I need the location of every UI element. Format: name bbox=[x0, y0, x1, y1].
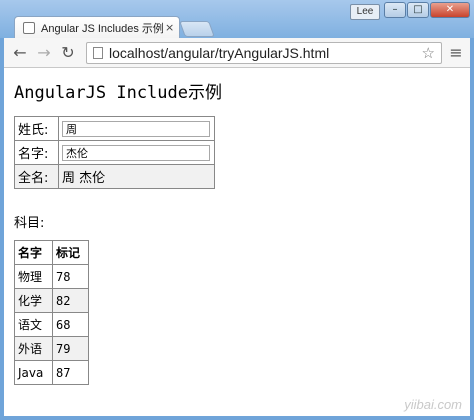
browser-window: Angular JS Includes 示例 × Lee – □ ✕ ← → ↻… bbox=[0, 0, 474, 420]
address-bar[interactable]: localhost/angular/tryAngularJS.html ☆ bbox=[86, 42, 442, 64]
subject-marks: 68 bbox=[52, 312, 89, 337]
full-name-row: 全名: 周 杰伦 bbox=[14, 164, 215, 189]
subject-name: 外语 bbox=[14, 336, 53, 361]
first-name-input[interactable] bbox=[62, 120, 210, 137]
table-row: 化学 82 bbox=[14, 288, 89, 313]
subject-marks: 82 bbox=[52, 288, 89, 313]
forward-arrow-icon[interactable]: → bbox=[34, 43, 54, 63]
minimize-button[interactable]: – bbox=[384, 2, 406, 18]
browser-tab[interactable]: Angular JS Includes 示例 × bbox=[14, 16, 180, 38]
subject-name: 化学 bbox=[14, 288, 53, 313]
url-text[interactable]: localhost/angular/tryAngularJS.html bbox=[109, 45, 409, 61]
table-header-row: 名字 标记 bbox=[14, 240, 89, 265]
page-icon bbox=[23, 21, 35, 34]
document-icon bbox=[93, 47, 103, 59]
page-title: AngularJS Include示例 bbox=[14, 83, 222, 103]
tab-title: Angular JS Includes 示例 bbox=[41, 22, 163, 35]
user-badge[interactable]: Lee bbox=[350, 4, 380, 20]
subject-marks: 79 bbox=[52, 336, 89, 361]
subject-marks: 87 bbox=[52, 360, 89, 385]
last-name-cell bbox=[58, 140, 215, 165]
last-name-label: 名字: bbox=[14, 140, 59, 165]
close-window-button[interactable]: ✕ bbox=[430, 2, 470, 18]
subjects-label: 科目: bbox=[14, 216, 45, 231]
title-bar: Angular JS Includes 示例 × Lee – □ ✕ bbox=[0, 0, 474, 38]
maximize-button[interactable]: □ bbox=[407, 2, 429, 18]
subject-marks: 78 bbox=[52, 264, 89, 289]
table-row: 外语 79 bbox=[14, 336, 89, 361]
full-name-value: 周 杰伦 bbox=[58, 164, 215, 189]
table-row: 语文 68 bbox=[14, 312, 89, 337]
header-name: 名字 bbox=[14, 240, 53, 265]
back-arrow-icon[interactable]: ← bbox=[10, 43, 30, 63]
last-name-row: 名字: bbox=[14, 140, 215, 165]
watermark: yiibai.com bbox=[404, 397, 462, 412]
last-name-input[interactable] bbox=[62, 144, 210, 161]
first-name-label: 姓氏: bbox=[14, 116, 59, 141]
subject-name: 物理 bbox=[14, 264, 53, 289]
full-name-label: 全名: bbox=[14, 164, 59, 189]
header-marks: 标记 bbox=[52, 240, 89, 265]
first-name-row: 姓氏: bbox=[14, 116, 215, 141]
subject-name: 语文 bbox=[14, 312, 53, 337]
table-row: Java 87 bbox=[14, 360, 89, 385]
browser-toolbar: ← → ↻ localhost/angular/tryAngularJS.htm… bbox=[4, 38, 470, 68]
subjects-table: 名字 标记 物理 78 化学 82 语文 68 外语 79 Java 87 bbox=[14, 240, 89, 385]
subject-name: Java bbox=[14, 360, 53, 385]
new-tab-button[interactable] bbox=[179, 21, 215, 37]
close-tab-icon[interactable]: × bbox=[165, 21, 174, 34]
reload-icon[interactable]: ↻ bbox=[58, 43, 78, 63]
page-content: AngularJS Include示例 姓氏: 名字: 全名: 周 杰伦 科目: bbox=[4, 68, 470, 416]
table-row: 物理 78 bbox=[14, 264, 89, 289]
student-form: 姓氏: 名字: 全名: 周 杰伦 bbox=[14, 116, 215, 189]
menu-icon[interactable]: ≡ bbox=[448, 43, 464, 63]
first-name-cell bbox=[58, 116, 215, 141]
bookmark-star-icon[interactable]: ☆ bbox=[422, 44, 435, 62]
